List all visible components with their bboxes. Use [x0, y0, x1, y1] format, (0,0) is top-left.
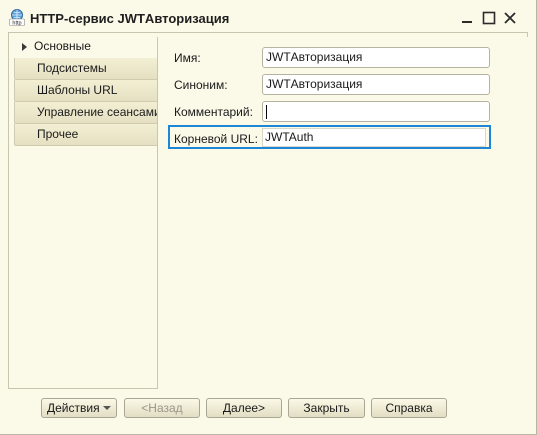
nav-item-label: Подсистемы — [37, 61, 107, 75]
http-icon-text: http — [12, 21, 21, 27]
nav-item-label: Управление сеансами — [37, 105, 161, 119]
http-service-dialog: http HTTP-сервис JWTАвторизация Основные… — [0, 0, 537, 435]
back-button[interactable]: <Назад — [124, 398, 200, 418]
text-caret — [266, 105, 267, 119]
section-nav: Основные Подсистемы Шаблоны URL Управлен… — [13, 36, 161, 146]
nav-item-url-templates[interactable]: Шаблоны URL — [14, 80, 158, 102]
root-url-field[interactable]: JWTAuth — [262, 128, 486, 147]
name-label: Имя: — [174, 51, 201, 65]
help-button[interactable]: Справка — [371, 398, 447, 418]
active-arrow-icon — [22, 43, 27, 51]
maximize-icon[interactable] — [481, 10, 497, 26]
minimize-icon[interactable] — [459, 10, 475, 26]
window-title: HTTP-сервис JWTАвторизация — [30, 11, 230, 26]
close-icon[interactable] — [502, 10, 518, 26]
synonym-label: Синоним: — [174, 78, 228, 92]
nav-item-label: Прочее — [37, 127, 79, 141]
name-field[interactable]: JWTАвторизация — [262, 47, 490, 68]
close-button[interactable]: Закрыть — [288, 398, 365, 418]
dropdown-arrow-icon — [103, 406, 111, 410]
http-service-icon: http — [9, 9, 25, 26]
nav-item-label: Основные — [34, 39, 91, 53]
comment-field[interactable] — [262, 101, 490, 122]
nav-item-other[interactable]: Прочее — [14, 124, 158, 146]
nav-item-session-management[interactable]: Управление сеансами — [14, 102, 161, 124]
nav-item-subsystems[interactable]: Подсистемы — [14, 58, 158, 80]
actions-button[interactable]: Действия — [41, 398, 117, 418]
synonym-field[interactable]: JWTАвторизация — [262, 74, 490, 95]
root-url-label: Корневой URL: — [174, 132, 258, 146]
nav-item-main[interactable]: Основные — [13, 36, 158, 58]
title-bar: http HTTP-сервис JWTАвторизация — [0, 0, 536, 30]
actions-button-label: Действия — [47, 401, 100, 415]
next-button[interactable]: Далее> — [206, 398, 282, 418]
nav-item-label: Шаблоны URL — [37, 83, 118, 97]
comment-label: Комментарий: — [174, 105, 253, 119]
